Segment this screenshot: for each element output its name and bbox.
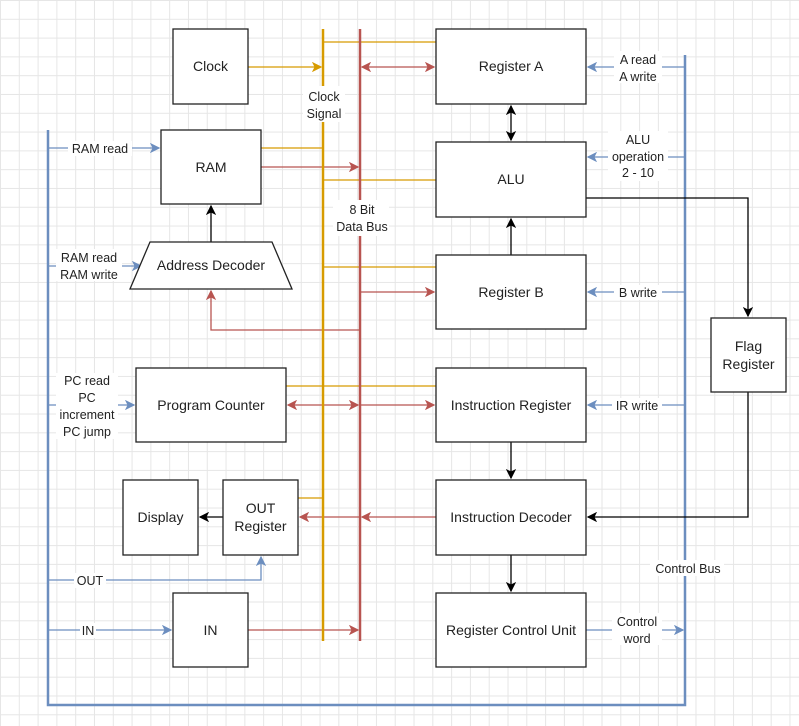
control-word-label: Control (617, 615, 657, 629)
clock-signal-label: Clock (308, 90, 340, 104)
pc-increment-label: increment (60, 408, 115, 422)
alu-operation-label: operation (612, 150, 664, 164)
ram-block: RAM (160, 129, 262, 205)
out-signal-label: OUT (77, 574, 104, 588)
out-register-block: OUT Register (222, 479, 299, 556)
alu-label: ALU (497, 171, 524, 187)
alu-operation-label: 2 - 10 (622, 166, 654, 180)
in-signal-label: IN (82, 624, 95, 638)
address-decoder-block: Address Decoder (129, 241, 293, 290)
flag-register-label: Flag (735, 338, 762, 354)
register-a-label: Register A (479, 58, 544, 74)
clock-label: Clock (193, 58, 229, 74)
instruction-decoder-label: Instruction Decoder (450, 509, 572, 525)
address-decoder-label: Address Decoder (157, 257, 266, 273)
program-counter-label: Program Counter (157, 397, 265, 413)
data-bus-label: Data Bus (336, 220, 387, 234)
in-block: IN (172, 592, 249, 668)
register-b-label: Register B (478, 284, 543, 300)
clock-block: Clock (172, 28, 249, 105)
ir-write-label: IR write (616, 399, 658, 413)
a-write-label: A write (619, 70, 657, 84)
flag-register-block: Flag Register (710, 317, 787, 393)
out-register-label: Register (234, 518, 286, 534)
pc-jump-label: PC jump (63, 425, 111, 439)
clock-signal-label: Signal (307, 107, 342, 121)
alu-operation-label: ALU (626, 133, 650, 147)
b-write-label: B write (619, 286, 657, 300)
instruction-register-label: Instruction Register (451, 397, 572, 413)
pc-increment-label: PC (78, 391, 95, 405)
ram-write-label: RAM write (60, 268, 118, 282)
a-read-label: A read (620, 53, 656, 67)
display-block: Display (122, 479, 199, 556)
register-control-unit-label: Register Control Unit (446, 622, 576, 638)
out-register-label: OUT (246, 500, 276, 516)
data-bus-label: 8 Bit (349, 203, 375, 217)
register-a-block: Register A (435, 28, 587, 105)
control-word-label: word (622, 632, 650, 646)
ram-read-label: RAM read (61, 251, 117, 265)
ram-read-label: RAM read (72, 142, 128, 156)
display-label: Display (138, 509, 184, 525)
pc-read-label: PC read (64, 374, 110, 388)
alu-block: ALU (435, 141, 587, 218)
flag-register-label: Register (722, 356, 774, 372)
program-counter-block: Program Counter (135, 367, 287, 443)
instruction-decoder-block: Instruction Decoder (435, 479, 587, 556)
register-control-unit-block: Register Control Unit (435, 592, 587, 668)
register-b-block: Register B (435, 254, 587, 330)
in-label: IN (204, 622, 218, 638)
diagram-canvas: Clock RAM Address Decoder Program Counte… (46, 28, 787, 707)
cpu-block-diagram: Clock RAM Address Decoder Program Counte… (0, 0, 799, 726)
control-bus-label: Control Bus (655, 562, 720, 576)
signal-labels: RAM read RAM read RAM write PC read PC i… (56, 51, 668, 646)
instruction-register-block: Instruction Register (435, 367, 587, 443)
ram-label: RAM (195, 159, 226, 175)
